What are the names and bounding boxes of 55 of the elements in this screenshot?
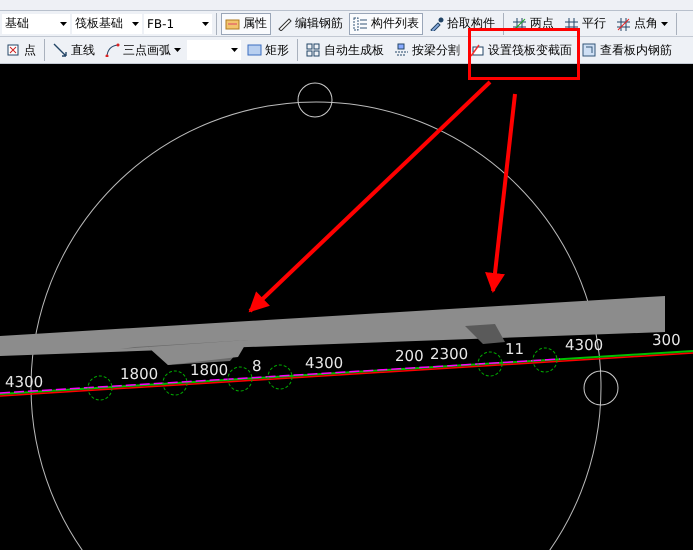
caret-icon <box>60 22 67 26</box>
axis-node-marker <box>478 352 502 376</box>
toolbar-button[interactable]: 自动生成板 <box>302 39 388 62</box>
dropdown-field[interactable]: 筏板基础 <box>72 14 142 34</box>
toolbar-button[interactable]: 设置筏板变截面 <box>466 39 576 62</box>
angle-line-icon <box>616 16 631 31</box>
split-icon <box>394 43 409 58</box>
two-point-line-icon <box>512 16 527 31</box>
axis-node-marker <box>532 348 558 372</box>
pencil-icon <box>277 16 292 31</box>
dimension-label: 4300 <box>305 354 344 372</box>
caret-icon <box>202 22 209 26</box>
arc-icon <box>105 43 120 58</box>
dimension-label: 11 <box>505 340 524 358</box>
toolbar-button[interactable]: 拾取构件 <box>425 12 499 35</box>
toolbar-button[interactable]: 点角 <box>612 12 672 35</box>
dimension-label: 200 <box>395 347 424 365</box>
caret-icon <box>231 48 238 52</box>
dropdown-field[interactable]: 基础 <box>2 14 70 34</box>
point-icon <box>6 43 21 58</box>
toolbar-button[interactable]: 编辑钢筋 <box>273 12 347 35</box>
dropdown-field[interactable]: FB-1 <box>144 14 212 34</box>
axis-node-marker <box>228 366 252 392</box>
folder-icon <box>225 16 240 31</box>
dimension-label: 300 <box>652 331 681 349</box>
toolbar-button[interactable]: 三点画弧 <box>101 39 185 62</box>
parallel-lines-icon <box>564 16 579 31</box>
dropdown-field[interactable] <box>187 40 241 60</box>
axis-marker-circle <box>584 370 618 406</box>
toolbar-button[interactable]: 按梁分割 <box>390 39 464 62</box>
toolbar-button[interactable]: 平行 <box>560 12 610 35</box>
axis-node-marker <box>268 364 292 390</box>
toolbar-button[interactable]: 查看板内钢筋 <box>578 39 676 62</box>
dimension-label: 1800 <box>190 361 228 379</box>
dimension-label: 8 <box>252 357 262 375</box>
rectangle-icon <box>247 43 262 58</box>
caret-icon <box>174 48 181 52</box>
toolbar-button[interactable]: 矩形 <box>243 39 293 62</box>
eyedropper-icon <box>429 16 444 31</box>
dimension-label: 2300 <box>430 345 468 363</box>
rebar-view-icon <box>582 43 597 58</box>
list-icon <box>353 16 368 31</box>
toolbar-button[interactable]: 构件列表 <box>349 12 423 35</box>
caret-icon <box>132 22 139 26</box>
section-icon <box>470 43 485 58</box>
dimension-label: 1800 <box>120 365 158 383</box>
axis-marker-circle <box>298 82 332 118</box>
toolbar-button[interactable]: 点 <box>2 39 40 62</box>
axis-node-marker <box>88 376 112 400</box>
toolbar-button[interactable]: 直线 <box>49 39 99 62</box>
toolbar-button[interactable]: 属性 <box>221 12 271 35</box>
line-icon <box>53 43 68 58</box>
caret-icon <box>661 22 668 26</box>
grid-icon <box>306 43 321 58</box>
axis-node-marker <box>162 370 188 396</box>
